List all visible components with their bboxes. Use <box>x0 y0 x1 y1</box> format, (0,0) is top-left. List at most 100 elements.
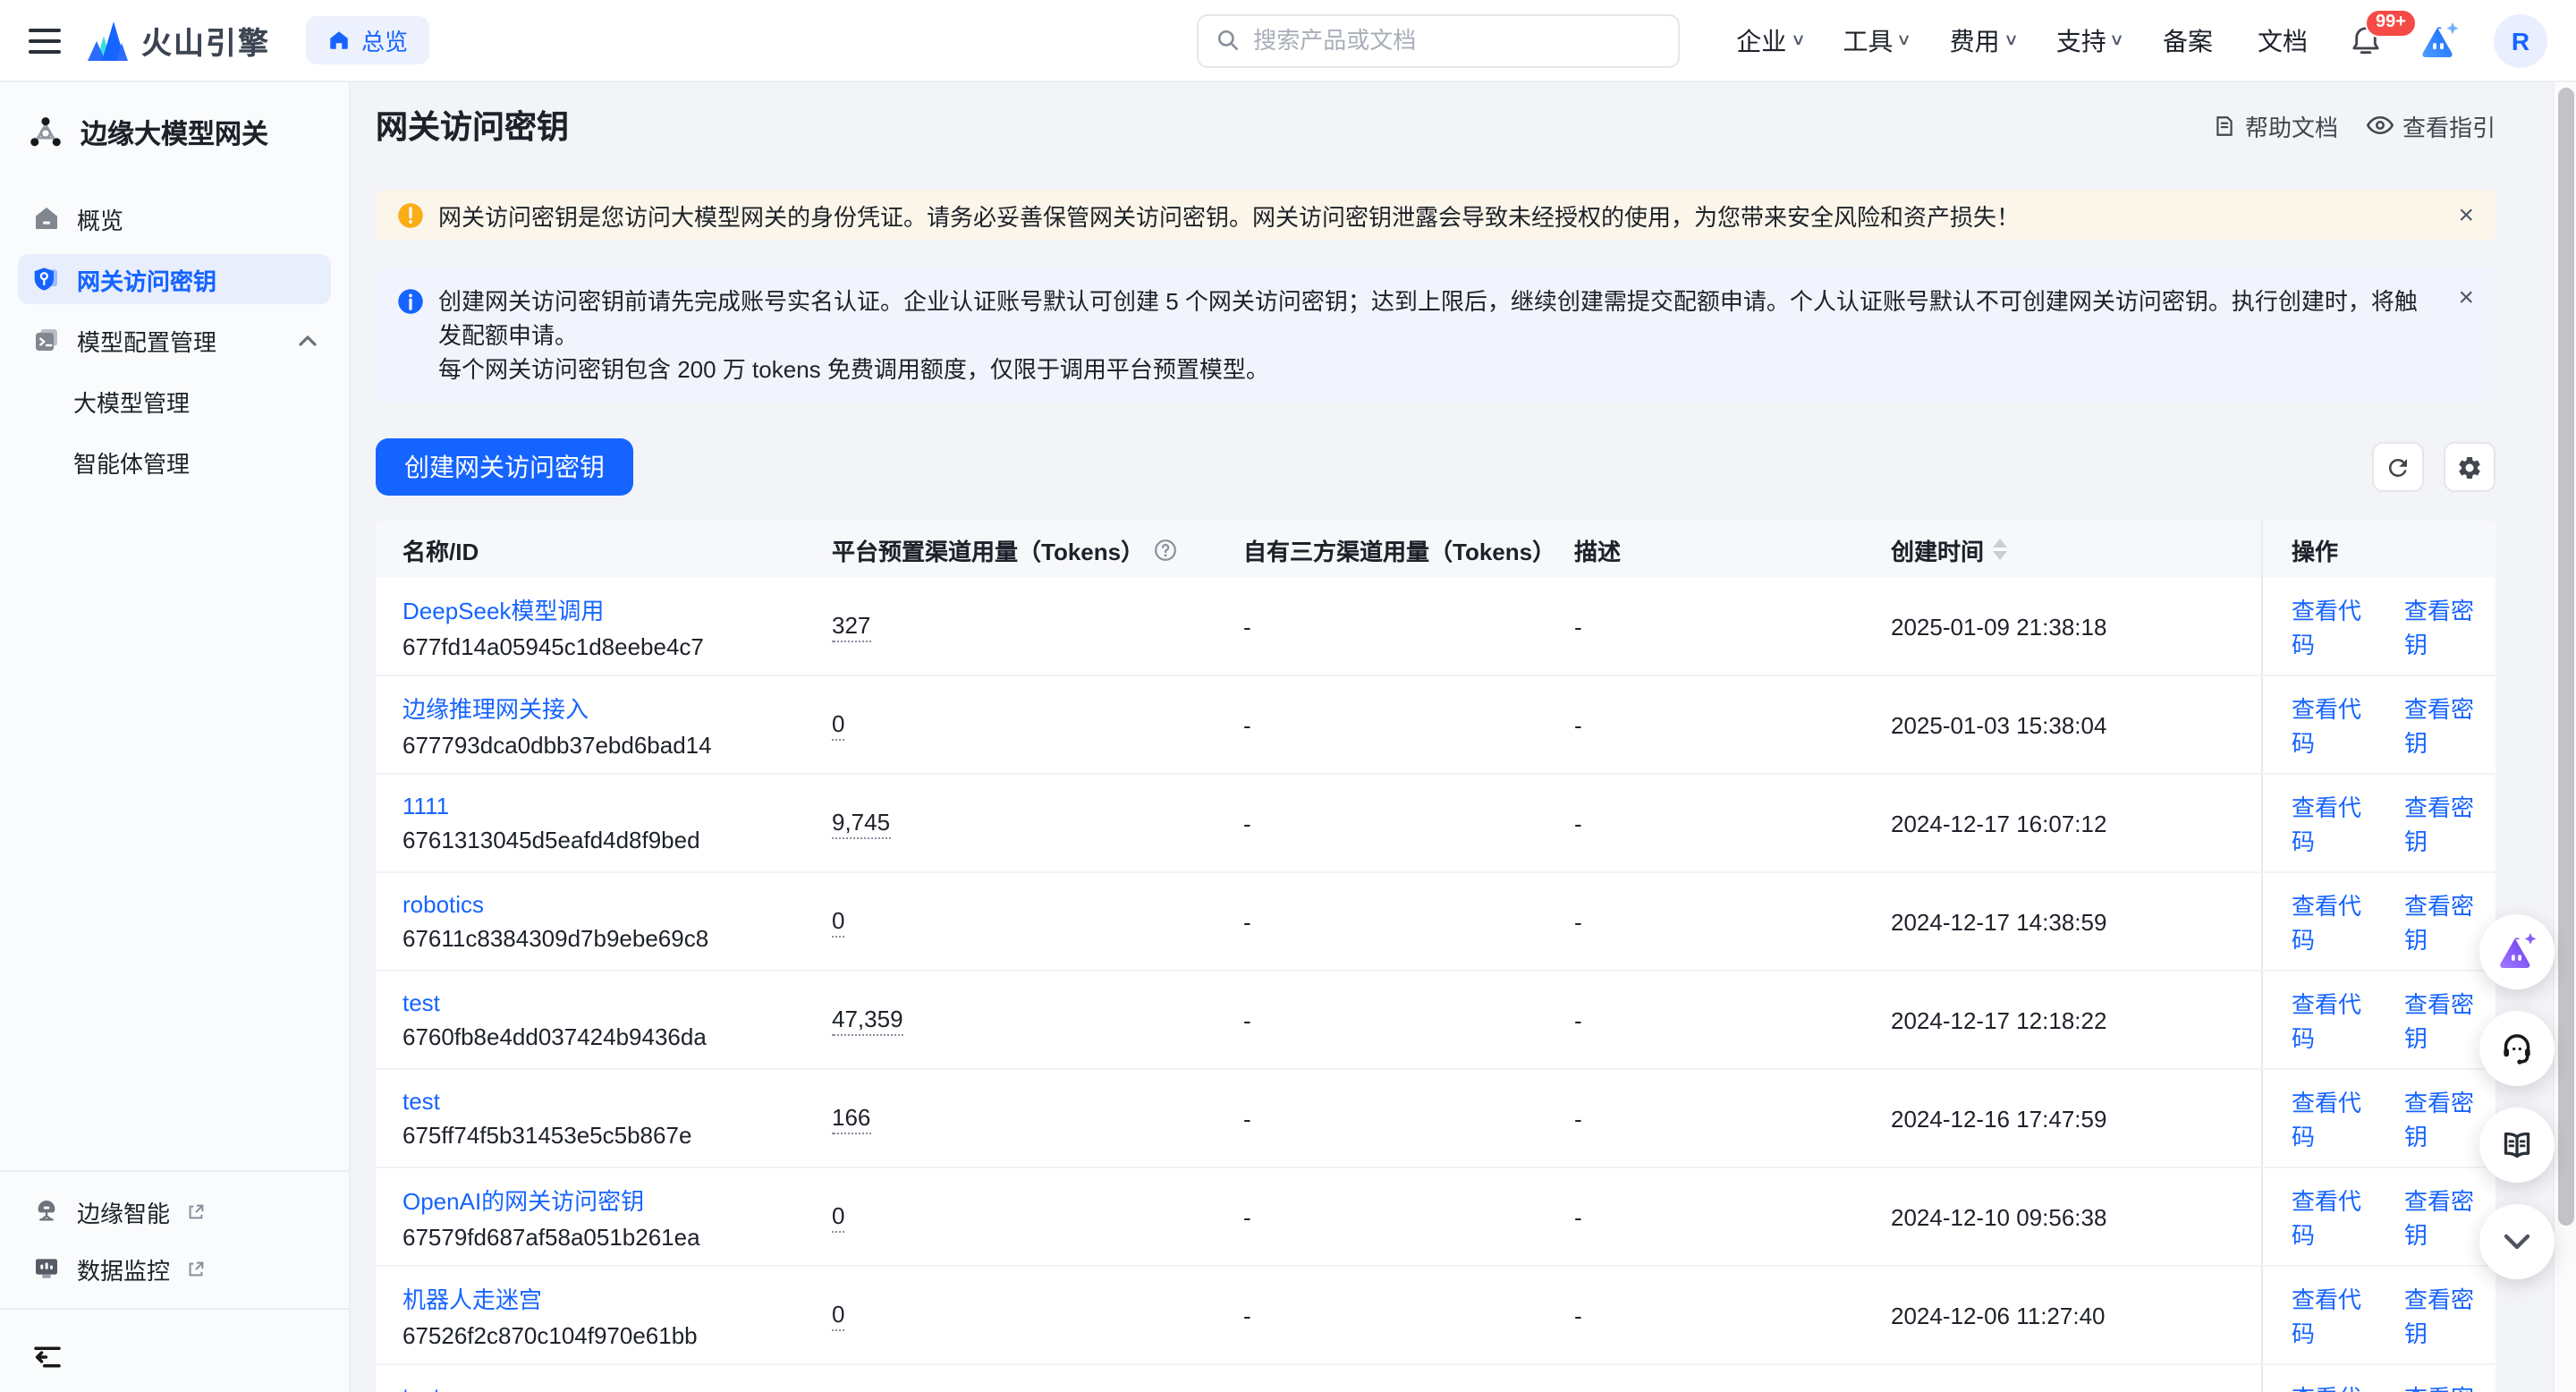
volcengine-logo[interactable]: 火山引擎 <box>86 18 270 63</box>
sidebar-item-agent-management[interactable]: 智能体管理 <box>0 435 331 488</box>
avatar-initial: R <box>2512 26 2529 55</box>
scrollbar-track[interactable] <box>2553 82 2576 1392</box>
notifications-button[interactable]: 99+ <box>2349 22 2383 58</box>
view-key-link[interactable]: 查看密钥 <box>2404 1379 2496 1392</box>
user-avatar[interactable]: R <box>2494 13 2547 67</box>
doc-icon <box>2213 114 2236 137</box>
table-row: 机器人走迷宫 67526f2c870c104f970e61bb 0 - - 20… <box>376 1267 2496 1365</box>
column-header-created-at: 创建时间 <box>1891 532 2261 566</box>
created-at-value: 2024-12-17 12:18:22 <box>1891 1006 2106 1033</box>
tab-overview[interactable]: 总览 <box>306 16 429 64</box>
support-float-button[interactable] <box>2479 1011 2555 1086</box>
nav-menu-label: 支持 <box>2056 22 2106 58</box>
top-navbar: 火山引擎 总览 企业 ∨ 工具 <box>0 0 2576 82</box>
nav-menu-label: 费用 <box>1950 22 2000 58</box>
sidebar-item-overview[interactable]: 概览 <box>18 193 331 243</box>
table-settings-button[interactable] <box>2444 442 2496 492</box>
key-id: 675ff74f5b31453e5c5b867e <box>402 1122 691 1149</box>
gateway-keys-table: 名称/ID 平台预置渠道用量（Tokens） 自有三方渠道用量（Tokens） … <box>376 521 2496 1392</box>
question-circle-icon[interactable] <box>1153 538 1176 561</box>
description-value: - <box>1574 1302 1582 1328</box>
description-value: - <box>1574 810 1582 836</box>
platform-usage-value[interactable]: 0 <box>832 906 844 937</box>
key-name-link[interactable]: 机器人走迷宫 <box>402 1281 542 1315</box>
view-key-link[interactable]: 查看密钥 <box>2404 592 2496 660</box>
nav-menu-item[interactable]: 文档 <box>2258 22 2313 58</box>
platform-usage-value[interactable]: 0 <box>832 1201 844 1232</box>
shield-key-icon <box>32 265 61 293</box>
global-search[interactable] <box>1196 13 1679 67</box>
key-name-link[interactable]: 边缘推理网关接入 <box>402 691 589 725</box>
nav-menu-item[interactable]: 支持 ∨ <box>2056 22 2123 58</box>
collapse-panel-icon[interactable] <box>32 1345 63 1368</box>
sidebar-item-gateway-keys[interactable]: 网关访问密钥 <box>18 254 331 304</box>
view-key-link[interactable]: 查看密钥 <box>2404 789 2496 857</box>
table-row: DeepSeek模型调用 677fd14a05945c1d8eebe4c7 32… <box>376 578 2496 676</box>
platform-usage-value[interactable]: 9,745 <box>832 808 890 838</box>
created-at-value: 2025-01-09 21:38:18 <box>1891 613 2106 640</box>
sidebar-link-data-monitoring[interactable]: 数据监控 <box>0 1240 349 1297</box>
created-at-value: 2024-12-17 14:38:59 <box>1891 908 2106 935</box>
help-doc-link[interactable]: 帮助文档 <box>2213 108 2338 142</box>
nav-menu-item[interactable]: 企业 ∨ <box>1736 22 1803 58</box>
sidebar-item-llm-management[interactable]: 大模型管理 <box>0 374 331 428</box>
view-code-link[interactable]: 查看代码 <box>2292 592 2383 660</box>
view-code-link[interactable]: 查看代码 <box>2292 1183 2383 1251</box>
sort-icon[interactable] <box>1993 539 2007 560</box>
page-title: 网关访问密钥 <box>376 102 569 149</box>
chevron-up-icon[interactable] <box>299 334 317 346</box>
view-code-link[interactable]: 查看代码 <box>2292 1084 2383 1152</box>
ai-assistant-float-button[interactable] <box>2479 914 2555 989</box>
thirdparty-usage-value: - <box>1243 810 1251 836</box>
nav-menu-item[interactable]: 费用 ∨ <box>1950 22 2017 58</box>
key-name-link[interactable]: robotics <box>402 891 484 918</box>
platform-usage-value[interactable]: 166 <box>832 1103 870 1133</box>
description-value: - <box>1574 1203 1582 1230</box>
view-code-link[interactable]: 查看代码 <box>2292 986 2383 1054</box>
thirdparty-usage-value: - <box>1243 1302 1251 1328</box>
view-code-link[interactable]: 查看代码 <box>2292 691 2383 759</box>
nav-menu-item[interactable]: 工具 ∨ <box>1843 22 1910 58</box>
info-circle-icon <box>397 288 424 315</box>
key-name-link[interactable]: 1111 <box>402 793 449 819</box>
chevron-down-icon: ∨ <box>2004 30 2019 50</box>
view-key-link[interactable]: 查看密钥 <box>2404 691 2496 759</box>
view-code-link[interactable]: 查看代码 <box>2292 1379 2383 1392</box>
docs-float-button[interactable] <box>2479 1108 2555 1183</box>
view-guide-link[interactable]: 查看指引 <box>2367 108 2496 142</box>
sidebar-footer-label: 边缘智能 <box>77 1194 170 1228</box>
view-key-link[interactable]: 查看密钥 <box>2404 1281 2496 1349</box>
nav-menu-item[interactable]: 备案 <box>2163 22 2218 58</box>
platform-usage-value[interactable]: 0 <box>832 709 844 740</box>
column-header-platform-usage: 平台预置渠道用量（Tokens） <box>832 532 1243 566</box>
hamburger-menu-button[interactable] <box>29 28 61 53</box>
search-input[interactable] <box>1250 25 1659 55</box>
platform-usage-value[interactable]: 327 <box>832 611 870 641</box>
external-link-icon <box>186 1201 206 1221</box>
sidebar-item-model-config[interactable]: 模型配置管理 <box>18 315 331 365</box>
close-icon[interactable]: × <box>2436 284 2474 311</box>
open-book-icon <box>2499 1127 2535 1163</box>
key-name-link[interactable]: test <box>402 1383 440 1392</box>
view-code-link[interactable]: 查看代码 <box>2292 789 2383 857</box>
create-gateway-key-button[interactable]: 创建网关访问密钥 <box>376 438 633 496</box>
view-code-link[interactable]: 查看代码 <box>2292 1281 2383 1349</box>
refresh-button[interactable] <box>2372 442 2424 492</box>
close-icon[interactable]: × <box>2436 201 2474 228</box>
sidebar-link-edge-intelligence[interactable]: 边缘智能 <box>0 1183 349 1240</box>
key-name-link[interactable]: OpenAI的网关访问密钥 <box>402 1183 644 1217</box>
platform-usage-value[interactable]: 0 <box>832 1300 844 1330</box>
scrollbar-thumb[interactable] <box>2558 88 2574 1226</box>
chevron-down-icon <box>2503 1233 2531 1251</box>
key-name-link[interactable]: test <box>402 989 440 1016</box>
ai-assistant-nav-button[interactable] <box>2415 19 2462 62</box>
key-name-link[interactable]: test <box>402 1088 440 1115</box>
sidebar-item-label: 概览 <box>77 201 123 235</box>
thirdparty-usage-value: - <box>1243 1105 1251 1132</box>
key-name-link[interactable]: DeepSeek模型调用 <box>402 592 604 626</box>
volcengine-mountain-icon <box>86 21 129 60</box>
view-code-link[interactable]: 查看代码 <box>2292 887 2383 955</box>
description-value: - <box>1574 711 1582 738</box>
collapse-float-button[interactable] <box>2479 1204 2555 1279</box>
platform-usage-value[interactable]: 47,359 <box>832 1005 903 1035</box>
